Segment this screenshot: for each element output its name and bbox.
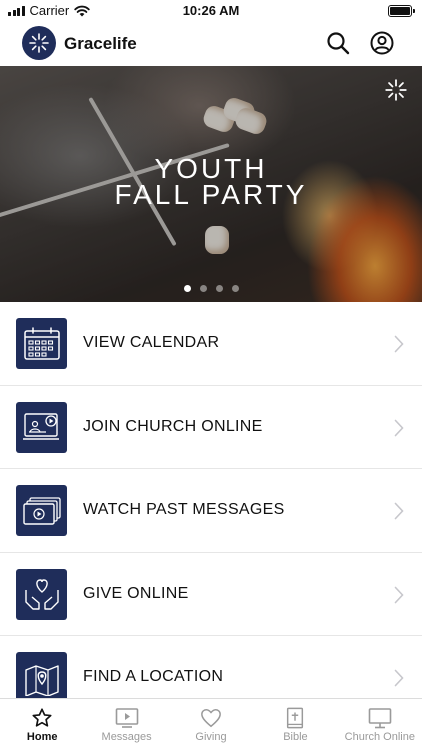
carousel-dot[interactable] [231,285,239,292]
map-location-icon [16,652,67,703]
monitor-icon [368,708,392,729]
tab-bar: Home Messages Giving Bible Church Online [0,698,422,750]
tab-home[interactable]: Home [0,699,84,750]
menu-list: VIEW CALENDAR JOIN CHURCH ONLINE WATCH P… [0,302,422,720]
tab-label: Home [26,731,58,743]
tab-bible[interactable]: Bible [253,699,337,750]
app-title: Gracelife [64,34,137,53]
star-icon [32,708,52,727]
tab-label: Messages [101,731,152,743]
tab-label: Church Online [344,731,415,743]
menu-item-label: JOIN CHURCH ONLINE [83,417,263,435]
tab-giving[interactable]: Giving [169,699,253,750]
tab-label: Bible [283,731,308,743]
heart-icon [201,709,221,728]
menu-item-label: GIVE ONLINE [83,584,189,602]
menu-item-watch-past-messages[interactable]: WATCH PAST MESSAGES [0,469,422,553]
app-logo-icon[interactable] [22,26,56,60]
account-icon[interactable] [370,31,394,55]
chevron-right-icon [394,335,404,353]
search-icon[interactable] [326,31,350,55]
menu-item-view-calendar[interactable]: VIEW CALENDAR [0,302,422,386]
carousel-dot[interactable] [183,285,191,292]
play-screen-icon [115,708,138,728]
tab-label: Giving [195,731,227,743]
carousel-dot[interactable] [199,285,207,292]
app-header: Gracelife [0,22,422,66]
chevron-right-icon [394,419,404,436]
carousel-dots[interactable] [0,285,422,292]
chevron-right-icon [394,669,404,687]
battery-icon [388,5,415,17]
menu-item-label: WATCH PAST MESSAGES [83,501,285,518]
menu-item-label: VIEW CALENDAR [83,334,220,351]
live-video-icon [16,401,67,453]
chevron-right-icon [394,502,404,520]
bible-icon [287,707,304,729]
status-bar: Carrier 10:26 AM [0,0,422,22]
brand-mark-icon [385,79,407,101]
hero-title-line2: FALL PARTY [114,179,308,210]
tab-church-online[interactable]: Church Online [338,699,422,750]
carousel-dot[interactable] [215,285,223,292]
menu-item-join-church-online[interactable]: JOIN CHURCH ONLINE [0,386,422,469]
chevron-right-icon [394,586,404,603]
menu-item-label: FIND A LOCATION [83,668,224,685]
status-time: 10:26 AM [182,3,240,18]
video-library-icon [16,485,67,536]
giving-hands-icon [16,568,67,620]
menu-item-give-online[interactable]: GIVE ONLINE [0,553,422,636]
calendar-icon [16,318,67,369]
tab-messages[interactable]: Messages [84,699,168,750]
